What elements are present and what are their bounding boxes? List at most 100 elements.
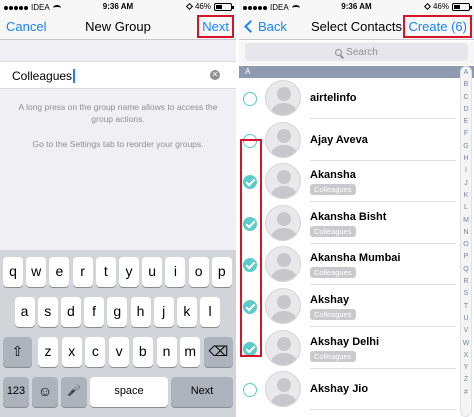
key-t[interactable]: t [95, 257, 116, 287]
contact-name: Akshay Delhi [310, 335, 380, 348]
index-letter[interactable]: Y [461, 362, 471, 374]
avatar [265, 204, 301, 241]
space-key[interactable]: space [90, 377, 168, 407]
avatar [265, 288, 301, 324]
key-e[interactable]: e [49, 257, 70, 287]
index-letter[interactable]: M [461, 215, 471, 227]
search-input[interactable]: Search [245, 43, 468, 61]
row-divider [310, 409, 456, 411]
index-letter[interactable]: G [461, 141, 471, 153]
index-letter[interactable]: A [461, 67, 471, 79]
key-n[interactable]: n [156, 337, 177, 367]
keyboard-row-1: qwertyuiop [0, 257, 236, 287]
avatar [265, 121, 301, 158]
index-letter[interactable]: U [461, 313, 471, 325]
create-button[interactable]: Create (6) [403, 15, 472, 38]
numbers-key[interactable]: 123 [3, 377, 29, 407]
key-p[interactable]: p [211, 257, 232, 287]
key-v[interactable]: v [109, 337, 130, 367]
index-letter[interactable]: J [461, 178, 471, 190]
clear-icon[interactable]: ✕ [210, 70, 220, 80]
index-letter[interactable]: T [461, 301, 471, 313]
shift-key[interactable]: ⇧ [3, 337, 32, 367]
keyboard: qwertyuiop asdfghjkl ⇧ ⌫ zxcvbnm 123 ☺ 🎤… [0, 250, 236, 417]
group-tag-badge: Colleagues [310, 350, 356, 362]
index-letter[interactable]: K [461, 190, 471, 202]
key-q[interactable]: q [3, 257, 23, 287]
key-g[interactable]: g [107, 297, 128, 327]
contact-row[interactable]: Akshay Jio [239, 369, 474, 411]
index-letter[interactable]: P [461, 251, 471, 263]
key-c[interactable]: c [85, 337, 106, 367]
index-letter[interactable]: H [461, 153, 471, 165]
contact-row[interactable]: airtelinfo [239, 78, 474, 119]
index-letter[interactable]: O [461, 239, 471, 251]
contact-row[interactable]: Akansha Mumbai Colleagues [239, 244, 474, 286]
key-b[interactable]: b [132, 337, 153, 367]
hint-long-press: A long press on the group name allows to… [18, 102, 218, 124]
index-letter[interactable]: V [461, 325, 471, 337]
key-x[interactable]: x [61, 337, 82, 367]
key-i[interactable]: i [165, 257, 186, 287]
new-group-screen: IDEA 9:36 AM 46% Cancel New Group Next C… [0, 0, 236, 417]
key-k[interactable]: k [176, 297, 197, 327]
key-m[interactable]: m [180, 337, 201, 367]
index-letter[interactable]: F [461, 128, 471, 140]
key-s[interactable]: s [37, 297, 58, 327]
index-letter[interactable]: Q [461, 264, 471, 276]
index-letter[interactable]: # [461, 387, 471, 399]
next-key[interactable]: Next [171, 377, 233, 407]
group-tag-badge: Colleagues [310, 309, 356, 320]
alphabet-index[interactable]: A B C D E F G H I J K L M N O P Q R S T U V W X Y Z # [460, 66, 472, 417]
key-d[interactable]: d [60, 297, 81, 327]
checkbox-unchecked[interactable] [243, 92, 257, 106]
section-header: A [239, 66, 474, 78]
contact-row[interactable]: Akansha Colleagues [239, 161, 474, 203]
key-a[interactable]: a [14, 297, 35, 327]
index-letter[interactable]: L [461, 202, 471, 214]
nav-bar: Cancel New Group Next [0, 14, 236, 40]
key-r[interactable]: r [72, 257, 93, 287]
avatar [265, 246, 301, 283]
location-icon [423, 2, 432, 11]
index-letter[interactable]: X [461, 350, 471, 362]
key-z[interactable]: z [38, 337, 58, 367]
index-letter[interactable]: B [461, 79, 471, 91]
index-letter[interactable]: I [461, 165, 471, 177]
search-bar: Search [239, 41, 474, 65]
contact-row[interactable]: Akshay Delhi Colleagues [239, 328, 474, 369]
contact-row[interactable]: Akansha Bisht Colleagues [239, 203, 474, 244]
key-y[interactable]: y [119, 257, 139, 287]
contact-row[interactable]: Akshay Colleagues [239, 286, 474, 327]
index-letter[interactable]: C [461, 92, 471, 104]
index-letter[interactable]: N [461, 227, 471, 239]
key-u[interactable]: u [142, 257, 163, 287]
index-letter[interactable]: W [461, 338, 471, 350]
key-h[interactable]: h [130, 297, 151, 327]
next-button[interactable]: Next [197, 15, 234, 38]
group-tag-badge: Colleagues [310, 184, 356, 196]
index-letter[interactable]: S [461, 288, 471, 300]
avatar [265, 329, 301, 366]
contact-row[interactable]: Ajay Aveva [239, 120, 474, 161]
backspace-key[interactable]: ⌫ [204, 337, 233, 367]
microphone-icon[interactable]: 🎤 [61, 377, 87, 407]
key-f[interactable]: f [84, 297, 105, 327]
checkbox-unchecked[interactable] [243, 383, 257, 398]
keyboard-row-4: 123 ☺ 🎤 space Next [0, 377, 236, 407]
key-l[interactable]: l [200, 297, 221, 327]
key-o[interactable]: o [188, 257, 209, 287]
contact-name: Akshay Jio [310, 383, 369, 396]
index-letter[interactable]: Z [461, 374, 471, 386]
key-j[interactable]: j [153, 297, 174, 327]
index-letter[interactable]: R [461, 276, 471, 288]
index-letter[interactable]: D [461, 104, 471, 116]
emoji-icon[interactable]: ☺ [32, 377, 58, 407]
avatar [265, 80, 301, 116]
keyboard-row-2: asdfghjkl [0, 297, 236, 327]
search-icon [335, 48, 343, 56]
group-name-field[interactable]: Colleagues ✕ [0, 61, 236, 89]
key-w[interactable]: w [26, 257, 47, 287]
keyboard-row-3: ⇧ ⌫ zxcvbnm [0, 337, 236, 367]
index-letter[interactable]: E [461, 116, 471, 128]
